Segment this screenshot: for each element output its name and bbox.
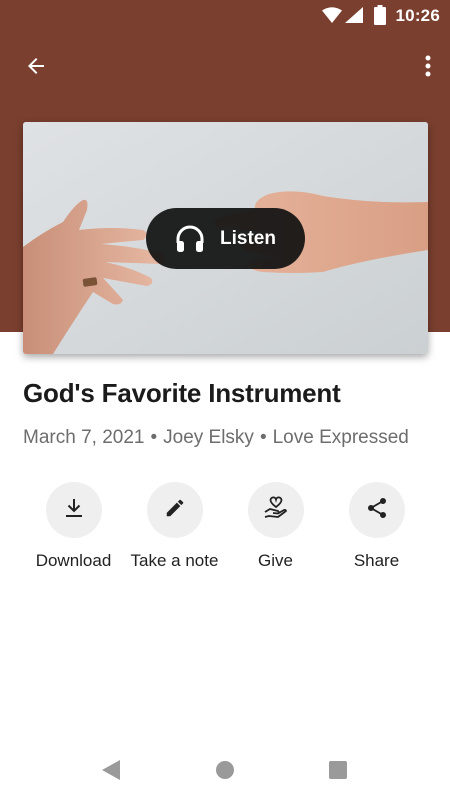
more-vertical-icon (425, 55, 431, 82)
wifi-icon (322, 7, 342, 28)
sermon-speaker[interactable]: Joey Elsky (163, 427, 254, 448)
arrow-back-icon (24, 54, 48, 83)
sermon-series[interactable]: Love Expressed (273, 427, 409, 448)
sermon-meta: March 7, 2021 • Joey Elsky • Love Expressed (23, 427, 433, 449)
take-note-label: Take a note (130, 551, 219, 570)
give-button[interactable]: Give (225, 482, 326, 571)
listen-label: Listen (220, 227, 276, 249)
headphones-icon (174, 223, 206, 255)
back-button[interactable] (16, 48, 56, 88)
heart-hand-icon (263, 495, 289, 526)
download-button[interactable]: Download (23, 482, 124, 571)
give-circle[interactable] (247, 482, 304, 538)
more-options-button[interactable] (416, 48, 440, 88)
download-circle[interactable] (45, 482, 102, 538)
nav-back-icon[interactable] (100, 759, 122, 786)
system-nav-bar (0, 740, 450, 800)
share-label: Share (353, 551, 400, 570)
download-label: Download (35, 551, 112, 570)
meta-separator: • (259, 427, 267, 448)
nav-recents-icon[interactable] (328, 760, 348, 785)
download-icon (62, 496, 86, 525)
app-bar (0, 40, 450, 96)
meta-separator: • (150, 427, 158, 448)
signal-icon (345, 7, 363, 28)
status-time: 10:26 (395, 6, 440, 25)
battery-icon (374, 5, 386, 30)
give-label: Give (258, 551, 293, 570)
share-icon (365, 496, 389, 525)
share-button[interactable]: Share (326, 482, 427, 571)
pencil-icon (164, 497, 186, 524)
sermon-date: March 7, 2021 (23, 427, 145, 448)
take-note-circle[interactable] (146, 482, 203, 538)
take-note-button[interactable]: Take a note (124, 482, 225, 571)
sermon-title: God's Favorite Instrument (23, 378, 341, 408)
share-circle[interactable] (348, 482, 405, 538)
listen-button[interactable]: Listen (146, 208, 305, 269)
action-row: Download Take a note Give Share (0, 482, 450, 592)
nav-home-icon[interactable] (214, 759, 236, 786)
status-bar: 10:26 (0, 0, 450, 32)
